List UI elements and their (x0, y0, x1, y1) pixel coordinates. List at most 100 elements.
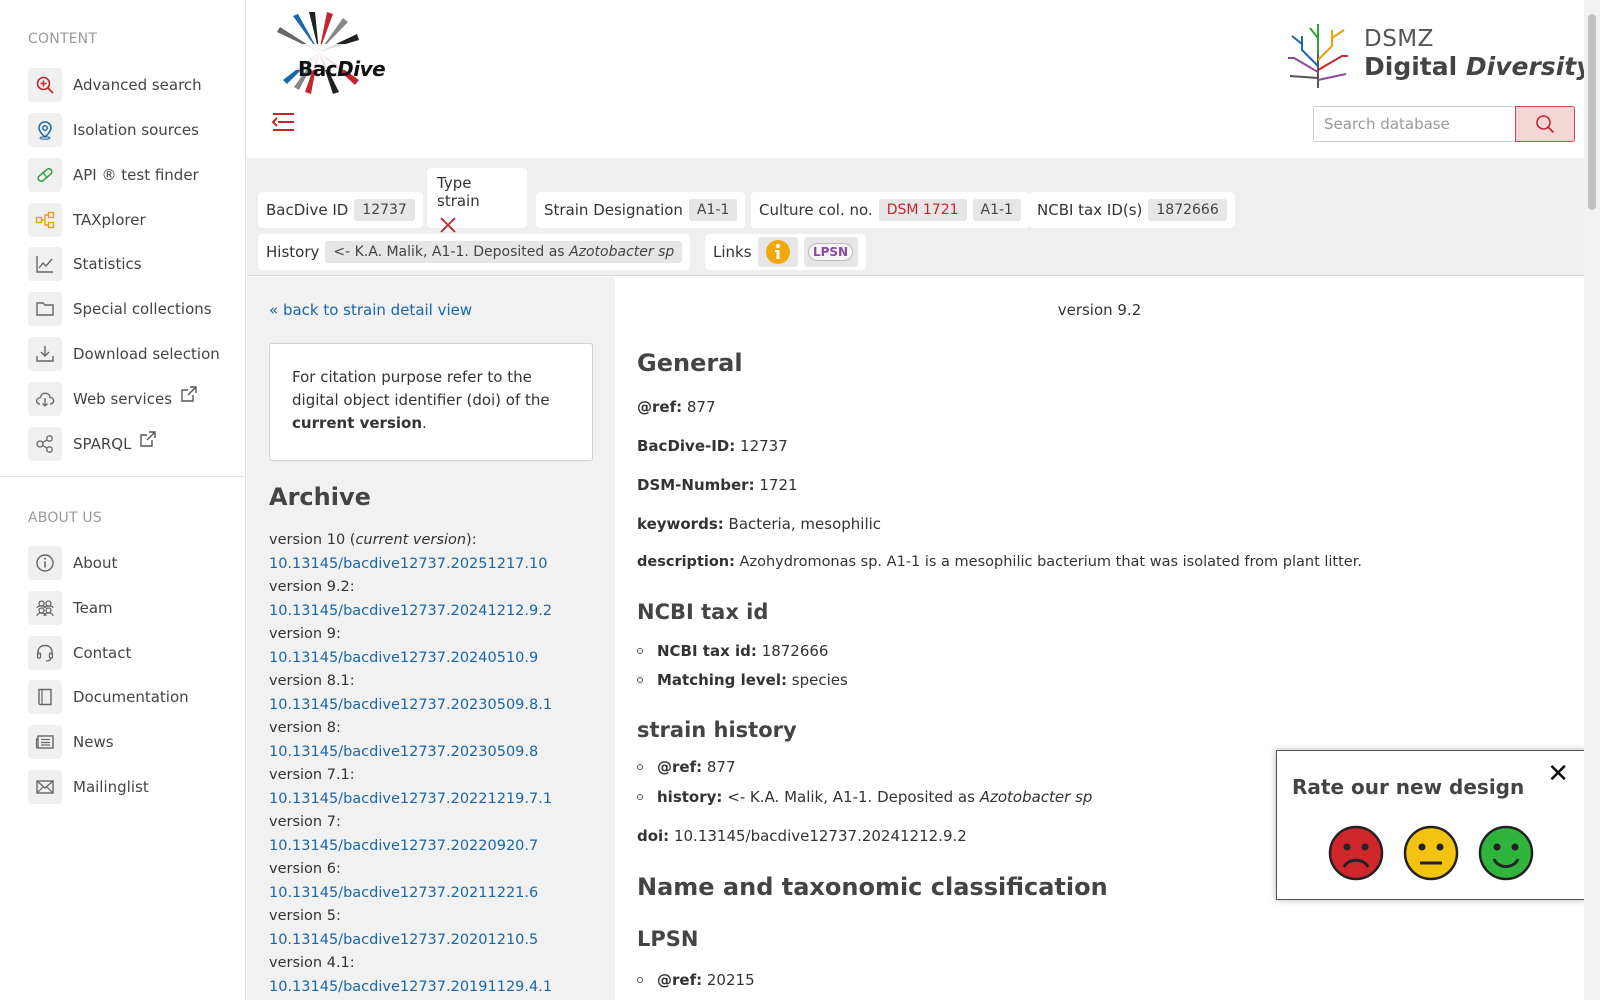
field-value: <- K.A. Malik, A1-1. Deposited as (727, 788, 975, 806)
citation-text: For citation purpose refer to the digita… (292, 368, 550, 409)
sidebar-item-sparql[interactable]: SPARQL (28, 427, 157, 461)
ncbi-tax-id-chip: NCBI tax ID(s) 1872666 (1029, 192, 1235, 228)
share-nodes-icon (28, 427, 62, 461)
archive-doi-link[interactable]: 10.13145/bacdive12737.20211221.6 (269, 881, 609, 905)
general-keywords-row: keywords: Bacteria, mesophilic (637, 515, 881, 533)
general-description-row: description: Azohydromonas sp. A1-1 is a… (637, 554, 1362, 570)
field-value: 12737 (740, 437, 788, 455)
culture-col-label: Culture col. no. (759, 201, 873, 219)
close-popup-button[interactable]: ✕ (1547, 759, 1569, 789)
external-link-icon (140, 431, 157, 447)
sidebar-item-contact[interactable]: Contact (28, 636, 131, 670)
bacdive-logo-text: BacDive (298, 57, 386, 81)
archive-doi-link[interactable]: 10.13145/bacdive12737.20221219.7.1 (269, 787, 609, 811)
logo-bac-text: Bac (298, 57, 338, 81)
sidebar-item-special-collections[interactable]: Special collections (28, 292, 212, 326)
lpsn-link-button[interactable]: LPSN (803, 237, 858, 267)
sidebar-item-statistics[interactable]: Statistics (28, 247, 142, 281)
menu-collapse-icon[interactable] (270, 110, 296, 134)
bacdive-logo[interactable]: BacDive (269, 10, 386, 94)
archive-doi-link[interactable]: 10.13145/bacdive12737.20230509.8 (269, 740, 609, 764)
sidebar-item-label: Download selection (73, 345, 220, 363)
archive-doi-link[interactable]: 10.13145/bacdive12737.20191129.4.1 (269, 975, 609, 999)
page-scrollbar[interactable] (1584, 0, 1600, 1000)
field-value: 1721 (759, 476, 798, 494)
sidebar-item-about[interactable]: About (28, 546, 117, 580)
archive-version-list: version 10 (current version): 10.13145/b… (269, 529, 609, 999)
citation-current-version: current version (292, 414, 423, 432)
general-dsm-number-row: DSM-Number: 1721 (637, 476, 798, 494)
strain-designation-value: A1-1 (688, 199, 738, 221)
lpsn-ref-item: @ref: 20215 (637, 971, 755, 989)
search-input[interactable] (1313, 106, 1515, 142)
field-value: Azohydromonas sp. A1-1 is a mesophilic b… (739, 554, 1362, 570)
links-chip: Links LPSN (705, 234, 866, 270)
search-icon (1536, 115, 1555, 134)
archive-version-label: version 8.1: (269, 673, 355, 689)
sidebar-item-mailinglist[interactable]: Mailinglist (28, 770, 149, 804)
field-value: Bacteria, mesophilic (728, 515, 882, 533)
strain-summary-bar: BacDive ID 12737 Type strain Strain Desi… (247, 158, 1584, 276)
scrollbar-thumb[interactable] (1588, 14, 1596, 210)
info-link-button[interactable] (757, 237, 798, 267)
sidebar-heading-content: CONTENT (28, 31, 98, 47)
archive-doi-link[interactable]: 10.13145/bacdive12737.20240510.9 (269, 646, 609, 670)
archive-doi-link[interactable]: 10.13145/bacdive12737.20201210.5 (269, 928, 609, 952)
ncbi-tax-id-value: 1872666 (1148, 199, 1227, 221)
sidebar-item-team[interactable]: Team (28, 591, 113, 625)
neutral-face-icon[interactable] (1403, 825, 1459, 881)
mail-icon (28, 770, 62, 804)
field-value-taxon: Azotobacter sp (979, 788, 1093, 806)
back-to-strain-link[interactable]: « back to strain detail view (269, 301, 472, 319)
culture-col-value: A1-1 (972, 199, 1021, 221)
archive-version-label: version 8: (269, 720, 341, 736)
culture-collection-chip: Culture col. no. DSM 1721 A1-1 (751, 192, 1029, 228)
sidebar-item-label: Mailinglist (73, 778, 149, 796)
sidebar-item-label: Isolation sources (73, 121, 199, 139)
sidebar-item-label: TAXplorer (73, 211, 146, 229)
header: BacDive DSMZ Digital Diversity (247, 0, 1593, 158)
dsmz-logo[interactable]: DSMZ Digital Diversity (1284, 14, 1593, 90)
history-chip: History <- K.A. Malik, A1-1. Deposited a… (258, 234, 691, 270)
test-strip-icon (28, 158, 62, 192)
culture-col-dsm-link[interactable]: DSM 1721 (878, 199, 967, 221)
team-icon (28, 591, 62, 625)
archive-panel: « back to strain detail view For citatio… (247, 277, 615, 1000)
rate-design-title: Rate our new design (1292, 775, 1525, 799)
sad-face-icon[interactable] (1328, 825, 1384, 881)
ncbi-tax-id-item: NCBI tax id: 1872666 (637, 642, 828, 660)
dsmz-info-icon (765, 240, 790, 264)
history-value-text: <- K.A. Malik, A1-1. Deposited as (333, 244, 565, 260)
archive-version-label: version 10 (current version): (269, 529, 609, 552)
archive-doi-link[interactable]: 10.13145/bacdive12737.20251217.10 (269, 552, 609, 576)
sidebar-item-taxplorer[interactable]: TAXplorer (28, 203, 146, 237)
archive-doi-link[interactable]: 10.13145/bacdive12737.20230509.8.1 (269, 693, 609, 717)
location-pin-icon (28, 113, 62, 147)
citation-end: . (422, 414, 427, 432)
dsmz-tree-icon (1288, 24, 1348, 88)
version-current-note: current version (355, 532, 467, 548)
sidebar-item-news[interactable]: News (28, 725, 114, 759)
sidebar-heading-about: ABOUT US (28, 510, 102, 526)
field-label: doi: (637, 827, 670, 845)
sidebar-item-download-selection[interactable]: Download selection (28, 337, 220, 371)
archive-version-label: version 5: (269, 908, 341, 924)
archive-doi-link[interactable]: 10.13145/bacdive12737.20241212.9.2 (269, 599, 609, 623)
sidebar-item-label: Web services (73, 390, 173, 408)
sidebar-item-documentation[interactable]: Documentation (28, 680, 189, 714)
history-value-taxon: Azotobacter sp (569, 244, 675, 260)
field-label: @ref: (637, 398, 683, 416)
sidebar-item-web-services[interactable]: Web services (28, 382, 198, 416)
sidebar: CONTENT Advanced search Isolation source… (0, 0, 246, 1000)
sidebar-item-advanced-search[interactable]: Advanced search (28, 68, 202, 102)
info-icon (28, 546, 62, 580)
happy-face-icon[interactable] (1478, 825, 1534, 881)
archive-doi-link[interactable]: 10.13145/bacdive12737.20220920.7 (269, 834, 609, 858)
sidebar-item-api-test-finder[interactable]: API ® test finder (28, 158, 199, 192)
bullet-dot (637, 794, 643, 800)
field-label: DSM-Number: (637, 476, 755, 494)
rate-design-popup: Rate our new design ✕ (1276, 750, 1586, 900)
archive-version-label: version 6: (269, 861, 341, 877)
sidebar-item-isolation-sources[interactable]: Isolation sources (28, 113, 199, 147)
search-button[interactable] (1515, 106, 1575, 142)
